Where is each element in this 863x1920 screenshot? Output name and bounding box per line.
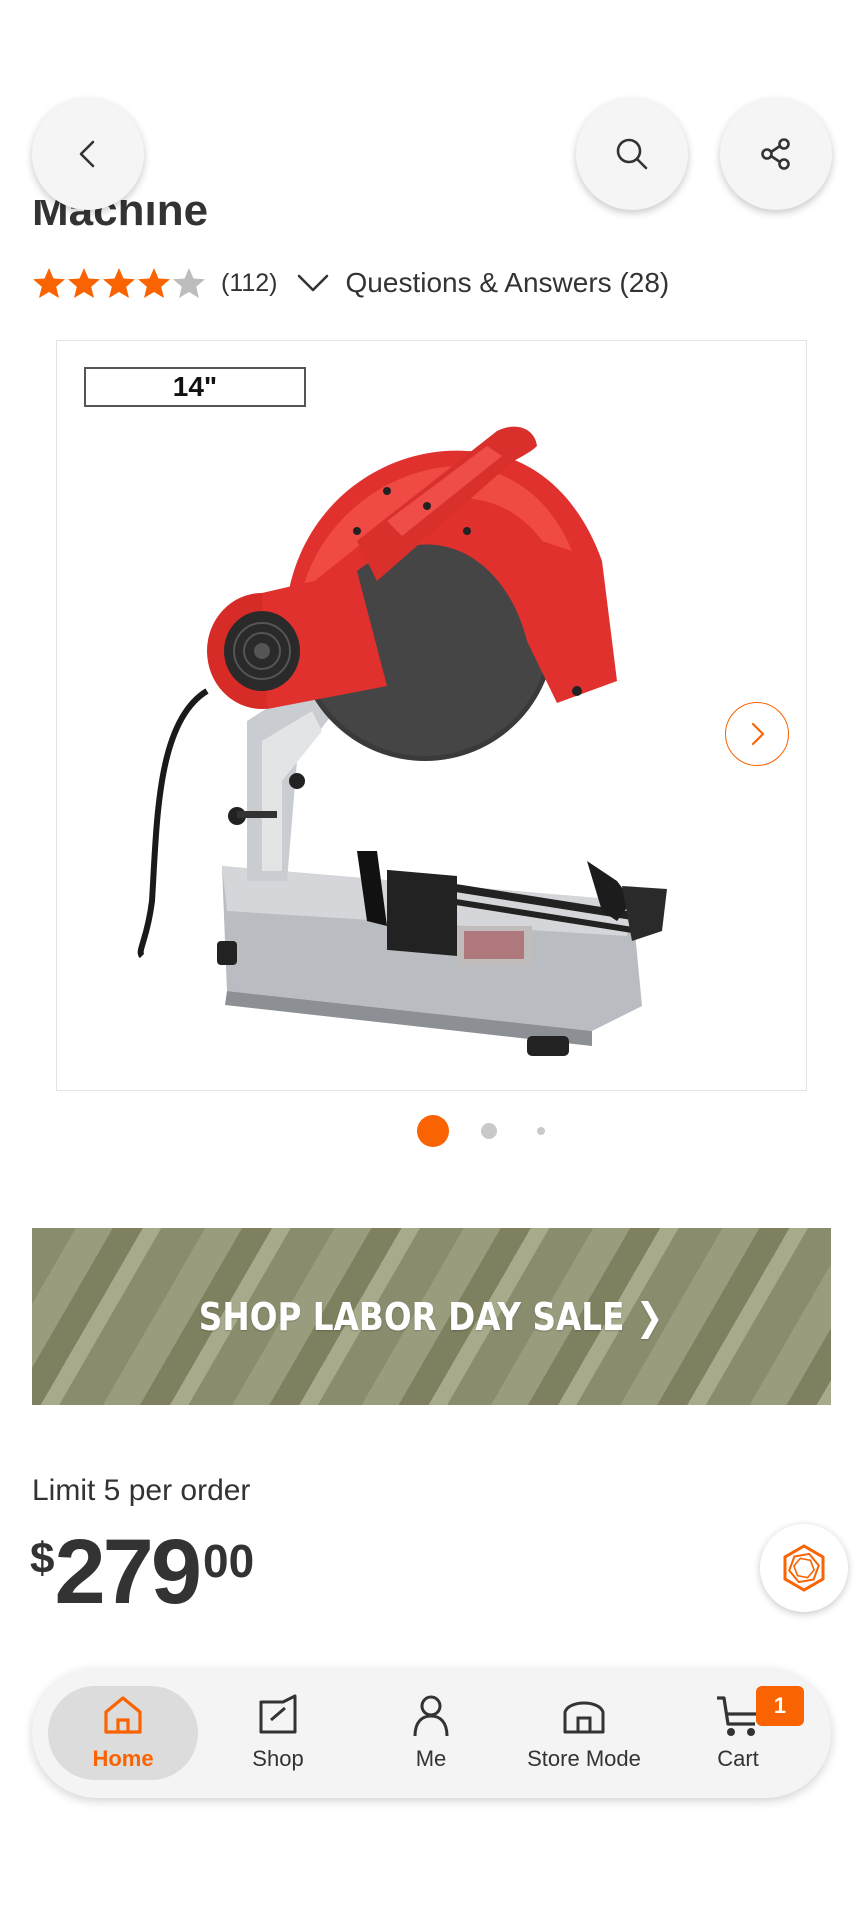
chevron-down-icon[interactable] [296,266,330,300]
cart-count-badge: 1 [756,1686,804,1726]
review-count[interactable]: (112) [221,269,278,298]
chevron-left-icon [79,140,95,168]
nav-shop[interactable]: Shop [203,1686,353,1780]
star-rating[interactable] [32,266,207,300]
person-icon [413,1695,449,1737]
product-title: Machine [32,200,209,235]
questions-answers-link[interactable]: Questions & Answers (28) [346,267,670,299]
product-image-gallery[interactable]: 14" [56,340,807,1091]
house-icon [104,1696,142,1734]
nav-cart-label: Cart [717,1746,759,1771]
nav-me-label: Me [415,1746,447,1771]
pagination-dot[interactable] [481,1123,497,1139]
star-empty-icon [173,268,205,298]
back-button[interactable] [32,98,144,210]
star-filled-icon [138,268,170,298]
price: $ 279 00 [30,1522,254,1622]
star-filled-icon [33,268,65,298]
nav-home[interactable]: Home [48,1686,198,1780]
promo-label: SHOP LABOR DAY SALE ❯ [199,1294,664,1339]
rating-row: (112) Questions & Answers (28) [32,262,669,304]
share-icon [761,138,790,170]
hexagon-logo-icon [783,1544,825,1592]
nav-cart[interactable]: Cart 1 [663,1686,813,1780]
share-button[interactable] [720,98,832,210]
product-title-clip: Machine [32,200,792,246]
search-button[interactable] [576,98,688,210]
size-badge: 14" [84,367,306,407]
order-limit-text: Limit 5 per order [32,1474,251,1507]
nav-me[interactable]: Me [356,1686,506,1780]
nav-home-label: Home [92,1746,154,1771]
nav-store-mode[interactable]: Store Mode [509,1686,659,1780]
pagination-dot-active[interactable] [417,1115,449,1147]
nav-shop-label: Shop [252,1746,304,1771]
price-cents: 00 [202,1535,255,1587]
store-icon [563,1701,605,1734]
shop-icon [259,1694,297,1734]
pagination-dot[interactable] [537,1127,545,1135]
price-currency: $ [30,1534,55,1583]
search-icon [616,138,648,170]
assistant-button[interactable] [760,1524,848,1612]
gallery-pagination [0,1115,863,1149]
chevron-right-icon [751,722,765,746]
bottom-navigation: Home Shop Me Store Mode Cart 1 [32,1668,831,1798]
star-filled-icon [103,268,135,298]
product-image [137,426,667,1056]
nav-store-mode-label: Store Mode [527,1746,641,1771]
price-dollars: 279 [54,1521,201,1623]
labor-day-sale-banner[interactable]: SHOP LABOR DAY SALE ❯ [32,1228,831,1405]
next-image-button[interactable] [725,702,789,766]
star-filled-icon [68,268,100,298]
